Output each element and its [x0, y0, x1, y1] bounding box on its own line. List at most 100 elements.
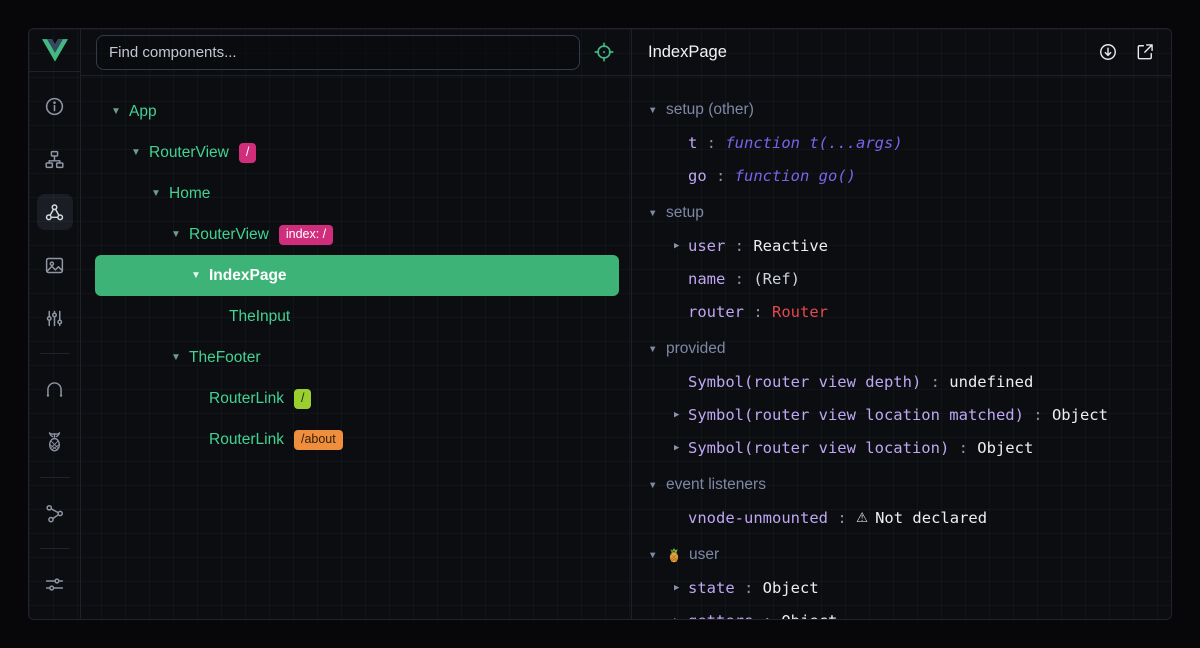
sidebar-info-button[interactable] — [37, 88, 73, 124]
key-value-separator: : — [753, 612, 781, 620]
key-value-separator: : — [725, 270, 753, 288]
tree-row-theinput[interactable]: TheInput — [95, 296, 619, 337]
section-collapse-icon[interactable]: ▼ — [648, 105, 666, 116]
section-provided[interactable]: ▼provided — [648, 333, 1171, 365]
property-row-symbol-router-view-depth[interactable]: Symbol(router view depth) : undefined — [648, 365, 1171, 398]
property-key: state — [688, 579, 735, 597]
section-event-listeners[interactable]: ▼event listeners — [648, 469, 1171, 501]
section-setup-other[interactable]: ▼setup (other) — [648, 94, 1171, 126]
property-value: Object — [977, 439, 1033, 457]
property-row-name[interactable]: name : (Ref) — [648, 262, 1171, 295]
node-graph-icon — [44, 503, 65, 524]
property-row-router[interactable]: router : Router — [648, 295, 1171, 328]
expand-arrow-icon[interactable]: ▶ — [674, 616, 688, 620]
property-row-state[interactable]: ▶state : Object — [648, 571, 1171, 604]
property-row-t[interactable]: t : function t(...args) — [648, 126, 1171, 159]
inspector-body: ▼setup (other)t : function t(...args)go … — [632, 76, 1171, 619]
sidebar-sliders-button[interactable] — [37, 300, 73, 336]
property-key: go — [688, 167, 707, 185]
search-input[interactable] — [109, 44, 567, 61]
key-value-separator: : — [725, 237, 753, 255]
expand-arrow-icon[interactable]: ▶ — [674, 583, 688, 593]
tree-row-routerlink[interactable]: RouterLink/about — [95, 419, 619, 460]
property-value: (Ref) — [753, 270, 800, 288]
property-value: function go() — [735, 167, 856, 185]
sidebar-node-graph-button[interactable] — [37, 495, 73, 531]
components-icon — [44, 202, 65, 223]
sidebar-hook-button[interactable] — [37, 371, 73, 407]
tree-row-thefooter[interactable]: ▼TheFooter — [95, 337, 619, 378]
expand-arrow-icon[interactable]: ▶ — [674, 443, 688, 453]
component-tree: ▼App▼RouterView/▼Home▼RouterViewindex: /… — [81, 76, 631, 460]
property-key: Symbol(router view depth) — [688, 373, 921, 391]
sidebar-pinia-button[interactable] — [37, 424, 73, 460]
component-name: TheInput — [229, 308, 290, 326]
property-value: Object — [781, 612, 837, 620]
tree-row-app[interactable]: ▼App — [95, 91, 619, 132]
property-row-getters[interactable]: ▶getters : Object — [648, 604, 1171, 619]
property-value: undefined — [949, 373, 1033, 391]
component-name: TheFooter — [189, 349, 261, 367]
sidebar-settings-sliders-button[interactable] — [37, 566, 73, 602]
settings-sliders-icon — [44, 574, 65, 595]
property-key: user — [688, 237, 725, 255]
sidebar-image-button[interactable] — [37, 247, 73, 283]
key-value-separator: : — [828, 509, 856, 527]
vue-logo-icon — [42, 39, 68, 62]
property-key: router — [688, 303, 744, 321]
external-link-icon[interactable] — [1135, 42, 1155, 62]
property-row-symbol-router-view-location[interactable]: ▶Symbol(router view location) : Object — [648, 431, 1171, 464]
expand-arrow-icon[interactable]: ▼ — [171, 352, 189, 363]
route-badge: / — [239, 143, 256, 163]
property-row-user[interactable]: ▶user : Reactive — [648, 229, 1171, 262]
pinia-icon — [44, 432, 65, 453]
expand-arrow-icon[interactable]: ▶ — [674, 241, 688, 251]
circle-arrow-down-icon[interactable] — [1098, 42, 1118, 62]
tree-row-home[interactable]: ▼Home — [95, 173, 619, 214]
section-user[interactable]: ▼user — [648, 539, 1171, 571]
tree-row-routerview[interactable]: ▼RouterView/ — [95, 132, 619, 173]
component-name: Home — [169, 185, 210, 203]
tree-row-routerlink[interactable]: RouterLink/ — [95, 378, 619, 419]
key-value-separator: : — [697, 134, 725, 152]
hierarchy-icon — [44, 149, 65, 170]
crosshair-icon[interactable] — [593, 41, 615, 63]
section-label: event listeners — [666, 476, 766, 494]
property-row-symbol-router-view-location-matched[interactable]: ▶Symbol(router view location matched) : … — [648, 398, 1171, 431]
sidebar-hierarchy-button[interactable] — [37, 141, 73, 177]
sidebar — [29, 29, 81, 619]
pineapple-icon — [666, 547, 682, 563]
tree-row-routerview[interactable]: ▼RouterViewindex: / — [95, 214, 619, 255]
sidebar-divider — [40, 548, 70, 549]
expand-arrow-icon[interactable]: ▼ — [151, 188, 169, 199]
info-icon — [44, 96, 65, 117]
property-key: name — [688, 270, 725, 288]
expand-arrow-icon[interactable]: ▼ — [191, 270, 209, 281]
expand-arrow-icon[interactable]: ▼ — [111, 106, 129, 117]
property-row-vnode-unmounted[interactable]: vnode-unmounted : ⚠Not declared — [648, 501, 1171, 534]
sidebar-nav — [37, 72, 73, 619]
section-collapse-icon[interactable]: ▼ — [648, 208, 666, 219]
component-name: RouterLink — [209, 431, 284, 449]
sidebar-components-button[interactable] — [37, 194, 73, 230]
search-box — [96, 35, 580, 70]
key-value-separator: : — [921, 373, 949, 391]
expand-arrow-icon[interactable]: ▼ — [131, 147, 149, 158]
property-key: getters — [688, 612, 753, 620]
route-badge: /about — [294, 430, 343, 450]
expand-arrow-icon[interactable]: ▶ — [674, 410, 688, 420]
section-collapse-icon[interactable]: ▼ — [648, 344, 666, 355]
section-collapse-icon[interactable]: ▼ — [648, 550, 666, 561]
property-value: Router — [772, 303, 828, 321]
section-collapse-icon[interactable]: ▼ — [648, 480, 666, 491]
key-value-separator: : — [744, 303, 772, 321]
property-row-go[interactable]: go : function go() — [648, 159, 1171, 192]
vue-logo[interactable] — [29, 29, 80, 72]
section-setup[interactable]: ▼setup — [648, 197, 1171, 229]
property-value: Reactive — [753, 237, 828, 255]
tree-row-indexpage[interactable]: ▼IndexPage — [95, 255, 619, 296]
key-value-separator: : — [949, 439, 977, 457]
sidebar-divider — [40, 477, 70, 478]
hook-icon — [44, 379, 65, 400]
expand-arrow-icon[interactable]: ▼ — [171, 229, 189, 240]
